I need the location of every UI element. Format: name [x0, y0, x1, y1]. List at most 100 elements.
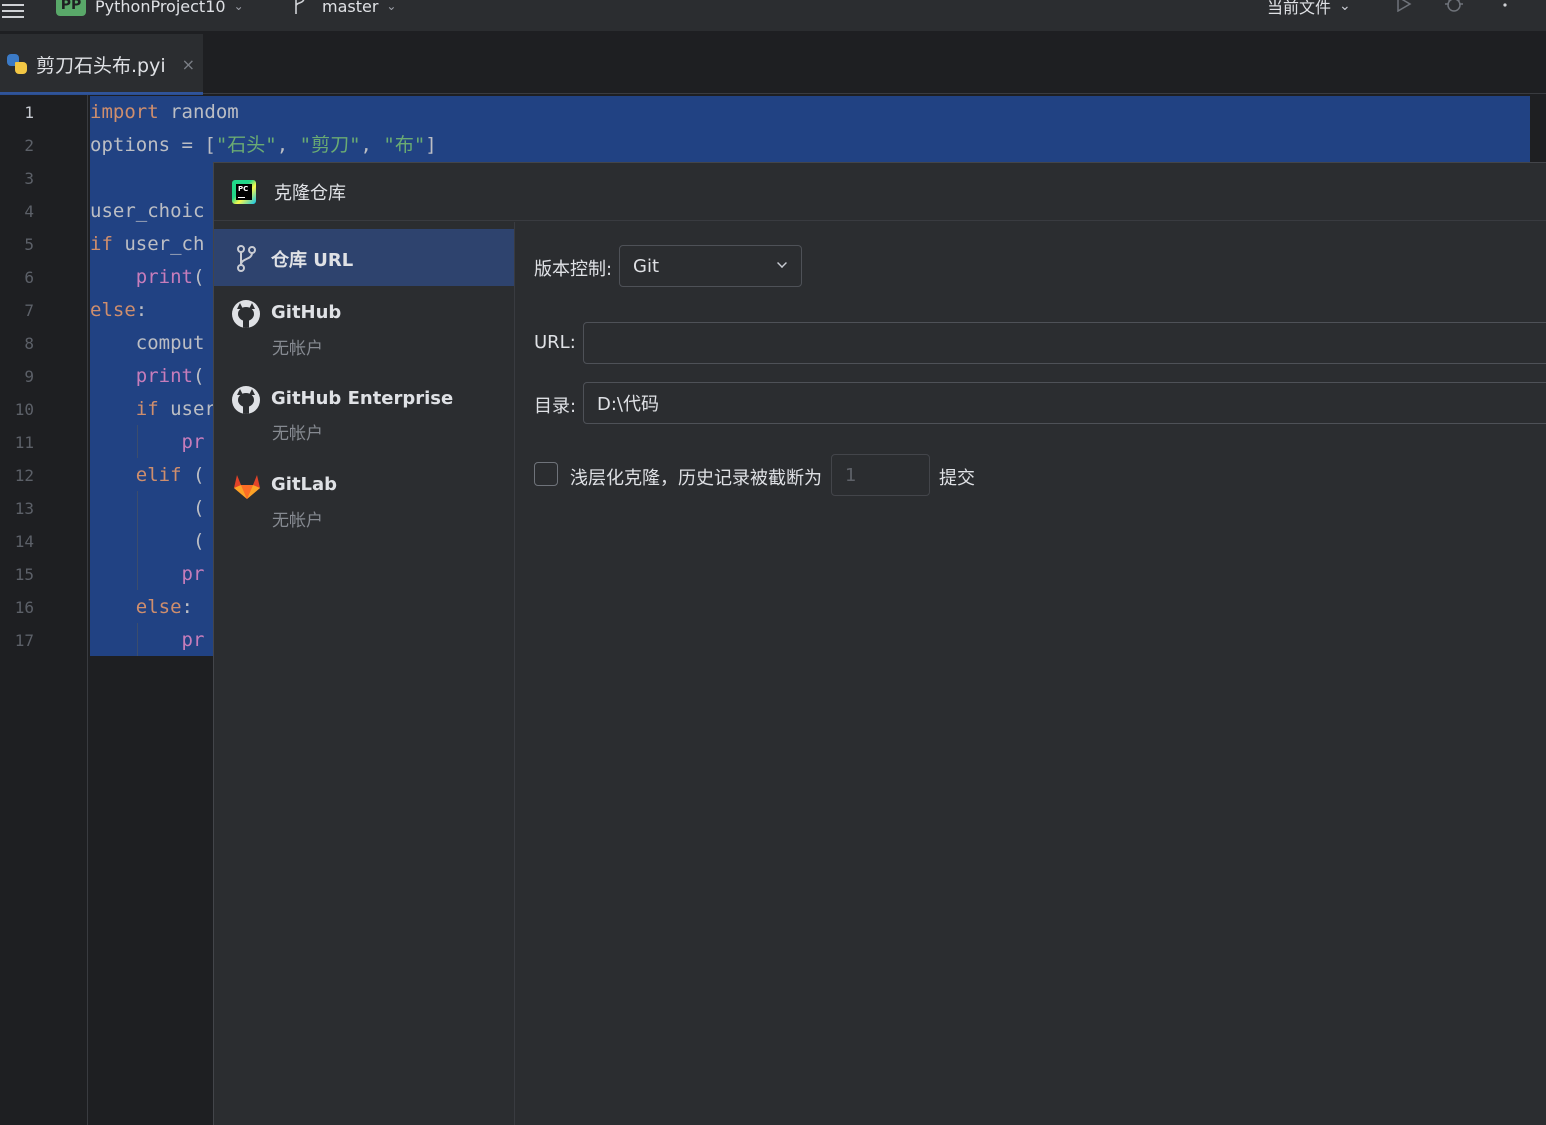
run-config-selector[interactable]: 当前文件 ⌄: [1267, 0, 1351, 18]
shallow-clone-checkbox[interactable]: [534, 462, 558, 486]
python-file-icon: [6, 53, 28, 75]
sidebar-item-sublabel: 无帐户: [272, 511, 323, 531]
code-line: options = ["石头", "剪刀", "布"]: [90, 129, 437, 162]
vcs-select[interactable]: Git: [619, 245, 802, 287]
sidebar-item-repository-url[interactable]: 仓库 URL: [214, 229, 514, 286]
keyword: import: [90, 101, 159, 123]
clone-repository-dialog: PC 克隆仓库 仓库 URL GitHub 无帐户 GitHub Enterpr…: [213, 162, 1546, 1125]
code-line: elif (: [90, 459, 205, 492]
dialog-header: PC 克隆仓库: [214, 163, 1546, 221]
commits-label: 提交: [939, 468, 975, 489]
line-number: 2: [24, 136, 34, 155]
sidebar-item-label: GitHub Enterprise: [271, 388, 454, 409]
sidebar-item-github-enterprise[interactable]: GitHub Enterprise 无帐户: [214, 372, 514, 458]
line-number: 3: [24, 169, 34, 188]
line-number: 6: [24, 268, 34, 287]
function-name: print: [135, 266, 193, 288]
code-line: comput: [90, 332, 205, 354]
sidebar-item-github[interactable]: GitHub 无帐户: [214, 286, 514, 372]
vcs-label: 版本控制:: [534, 259, 613, 280]
code-line: import random: [90, 96, 239, 129]
line-number: 10: [14, 400, 34, 419]
gitlab-icon: [232, 472, 260, 500]
directory-label: 目录:: [534, 396, 577, 417]
code-line: (: [90, 497, 205, 519]
menu-icon[interactable]: [2, 0, 26, 22]
keyword: if: [135, 398, 159, 420]
directory-input[interactable]: D:\代码: [583, 382, 1546, 424]
string-literal: "剪刀": [299, 134, 361, 156]
code-text: user: [158, 398, 216, 420]
branch-selector[interactable]: master ⌄: [322, 0, 396, 18]
code-text: random: [158, 101, 239, 123]
code-line: if user_ch: [90, 228, 204, 261]
sidebar-item-label: GitLab: [271, 474, 338, 495]
line-number: 16: [14, 598, 34, 617]
code-text: ,: [360, 134, 384, 156]
line-number: 8: [24, 334, 34, 353]
chevron-down-icon: ⌄: [386, 0, 397, 13]
sidebar-item-sublabel: 无帐户: [272, 424, 323, 444]
more-icon[interactable]: [1494, 0, 1516, 14]
code-line: else:: [90, 294, 147, 327]
run-icon[interactable]: [1392, 0, 1414, 14]
code-line: print(: [90, 261, 205, 294]
keyword: if: [90, 233, 113, 255]
code-text: ]: [425, 134, 437, 156]
close-icon[interactable]: ×: [182, 55, 195, 74]
string-literal: "石头": [215, 134, 277, 156]
project-selector[interactable]: PythonProject10 ⌄: [95, 0, 244, 18]
shallow-clone-label[interactable]: 浅层化克隆，历史记录被截断为: [570, 464, 822, 490]
line-number: 9: [24, 367, 34, 386]
source-sidebar: 仓库 URL GitHub 无帐户 GitHub Enterprise 无帐户 …: [214, 222, 515, 1125]
sidebar-item-label: GitHub: [271, 302, 342, 323]
editor-tab-bar: 剪刀石头布.pyi ×: [0, 32, 1546, 95]
branch-icon: [292, 0, 312, 18]
string-literal: "布": [383, 134, 426, 156]
code-line: print(: [90, 360, 205, 393]
project-name: PythonProject10: [95, 0, 226, 16]
code-line: else:: [90, 591, 193, 624]
sidebar-item-sublabel: 无帐户: [272, 339, 323, 359]
pycharm-icon: PC: [232, 179, 256, 204]
sidebar-item-gitlab[interactable]: GitLab 无帐户: [214, 458, 514, 544]
dialog-title: 克隆仓库: [274, 182, 346, 204]
line-number: 11: [14, 433, 34, 452]
code-text: (: [192, 266, 205, 288]
line-number-gutter: 1 2 3 4 5 6 7 8 9 10 11 12 13 14 15 16 1…: [0, 95, 88, 1125]
code-line: user_choic: [90, 200, 205, 222]
branch-name: master: [322, 0, 379, 16]
line-number: 13: [14, 499, 34, 518]
github-icon: [232, 300, 260, 328]
code-line: pr: [90, 558, 205, 591]
github-icon: [232, 386, 260, 414]
code-text: :: [181, 596, 193, 618]
chevron-down-icon: ⌄: [233, 0, 244, 13]
code-text: user_ch: [112, 233, 205, 255]
editor-tab[interactable]: 剪刀石头布.pyi ×: [0, 34, 203, 95]
keyword: elif: [135, 464, 182, 486]
line-number: 7: [24, 301, 34, 320]
line-number: 17: [14, 631, 34, 650]
code-text: ,: [276, 134, 300, 156]
clone-depth-input[interactable]: 1: [831, 454, 930, 496]
title-bar: PP PythonProject10 ⌄ master ⌄ 当前文件 ⌄: [0, 0, 1546, 32]
line-number: 4: [24, 202, 34, 221]
function-name: print: [135, 365, 193, 387]
function-name: pr: [181, 563, 205, 585]
url-input[interactable]: [583, 322, 1546, 364]
debug-icon[interactable]: [1443, 0, 1465, 14]
project-badge[interactable]: PP: [56, 0, 86, 16]
keyword: else: [90, 299, 136, 321]
tab-label: 剪刀石头布.pyi: [36, 54, 166, 77]
function-name: pr: [181, 431, 205, 453]
code-line: pr: [90, 624, 205, 657]
line-number: 12: [14, 466, 34, 485]
